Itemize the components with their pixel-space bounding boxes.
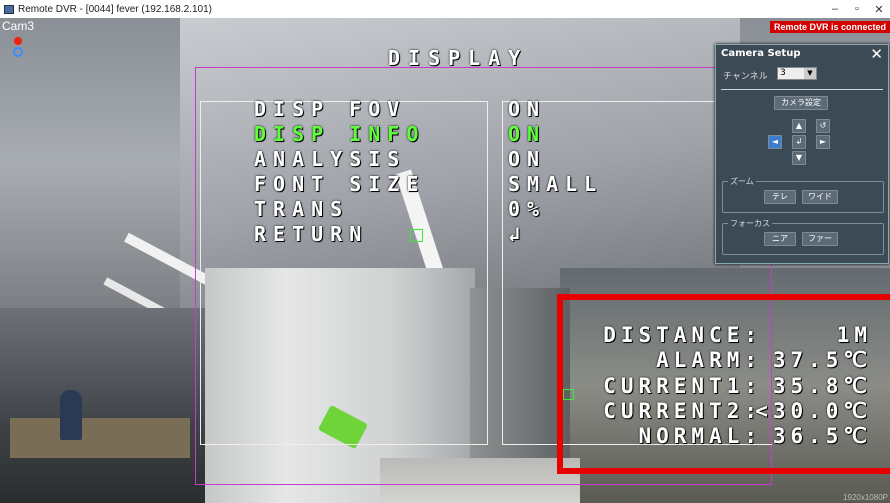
zoom-label: ズーム xyxy=(728,176,756,187)
zoom-tele-button[interactable]: テレ xyxy=(764,190,796,204)
osd-value-trans: 0% xyxy=(508,197,547,221)
reading-label-alarm: ALARM: xyxy=(656,348,762,372)
reading-value-alarm: 37.5℃ xyxy=(772,348,872,372)
ptz-up-button[interactable]: ▲ xyxy=(792,119,806,133)
osd-menu-item-disp-fov: DISP FOV xyxy=(254,97,407,121)
close-button[interactable]: ✕ xyxy=(868,3,890,16)
ptz-down-button[interactable]: ▼ xyxy=(792,151,806,165)
reading-value-current1: 35.8℃ xyxy=(772,374,872,398)
osd-value-disp-info: ON xyxy=(508,122,547,146)
reading-value-normal: 36.5℃ xyxy=(772,424,872,448)
video-scene-office xyxy=(0,308,210,503)
ptz-right-button[interactable]: ► xyxy=(816,135,830,149)
osd-value-analysis: ON xyxy=(508,147,547,171)
osd-menu-item-disp-info: DISP INFO xyxy=(254,122,426,146)
camera-settings-button[interactable]: カメラ設定 xyxy=(774,96,828,110)
osd-value-disp-fov: ON xyxy=(508,97,547,121)
window-title-bar: Remote DVR - [0044] fever (192.168.2.101… xyxy=(0,0,890,18)
reading-label-current1: CURRENT1: xyxy=(603,374,762,398)
camera-setup-panel: Camera Setup ✕ チャンネル 3 ▼ カメラ設定 ▲ ↺ ◄ ↲ ►… xyxy=(715,44,889,264)
reading-label-current2: CURRENT2: xyxy=(603,399,762,423)
status-badge: Remote DVR is connected xyxy=(769,21,890,33)
reading-value-distance: 1M xyxy=(836,323,872,347)
ptz-rotate-button[interactable]: ↺ xyxy=(816,119,830,133)
reading-value-current2: <30.0℃ xyxy=(755,399,872,423)
focus-label: フォーカス xyxy=(728,218,772,229)
osd-menu-item-return: RETURN xyxy=(254,222,369,246)
camera-setup-close-icon[interactable]: ✕ xyxy=(870,45,883,63)
reading-label-normal: NORMAL: xyxy=(638,424,762,448)
maximize-button[interactable]: ▫ xyxy=(846,3,868,15)
focus-near-button[interactable]: ニア xyxy=(764,232,796,246)
ptz-left-button[interactable]: ◄ xyxy=(768,135,782,149)
minimize-button[interactable]: – xyxy=(824,3,846,15)
ptz-enter-button[interactable]: ↲ xyxy=(792,135,806,149)
camera-setup-header[interactable]: Camera Setup ✕ xyxy=(716,45,888,63)
video-scene-desk xyxy=(10,418,190,458)
camera-setup-title: Camera Setup xyxy=(721,48,801,59)
osd-menu-item-font-size: FONT SIZE xyxy=(254,172,426,196)
focus-far-button[interactable]: ファー xyxy=(802,232,838,246)
divider xyxy=(721,89,883,90)
app-icon xyxy=(4,4,14,14)
zoom-icon[interactable] xyxy=(13,47,23,57)
osd-value-font-size: SMALL xyxy=(508,172,604,196)
channel-select[interactable]: 3 ▼ xyxy=(777,67,817,80)
osd-menu-item-trans: TRANS xyxy=(254,197,350,221)
reading-label-distance: DISTANCE: xyxy=(603,323,762,347)
osd-menu-item-analysis: ANALYSIS xyxy=(254,147,407,171)
channel-label: チャンネル xyxy=(723,72,768,82)
osd-title: DISPLAY xyxy=(388,46,529,70)
record-icon[interactable] xyxy=(14,37,22,45)
video-scene-person xyxy=(60,390,82,440)
osd-value-return: ↲ xyxy=(508,222,528,246)
channel-select-value: 3 xyxy=(780,68,786,78)
camera-label: Cam3 xyxy=(2,19,35,33)
zoom-wide-button[interactable]: ワイド xyxy=(802,190,838,204)
window-title: Remote DVR - [0044] fever (192.168.2.101… xyxy=(18,3,212,15)
resolution-label: 1920x1080P xyxy=(843,493,888,502)
chevron-down-icon[interactable]: ▼ xyxy=(804,68,816,79)
osd-cursor-icon xyxy=(410,229,423,242)
